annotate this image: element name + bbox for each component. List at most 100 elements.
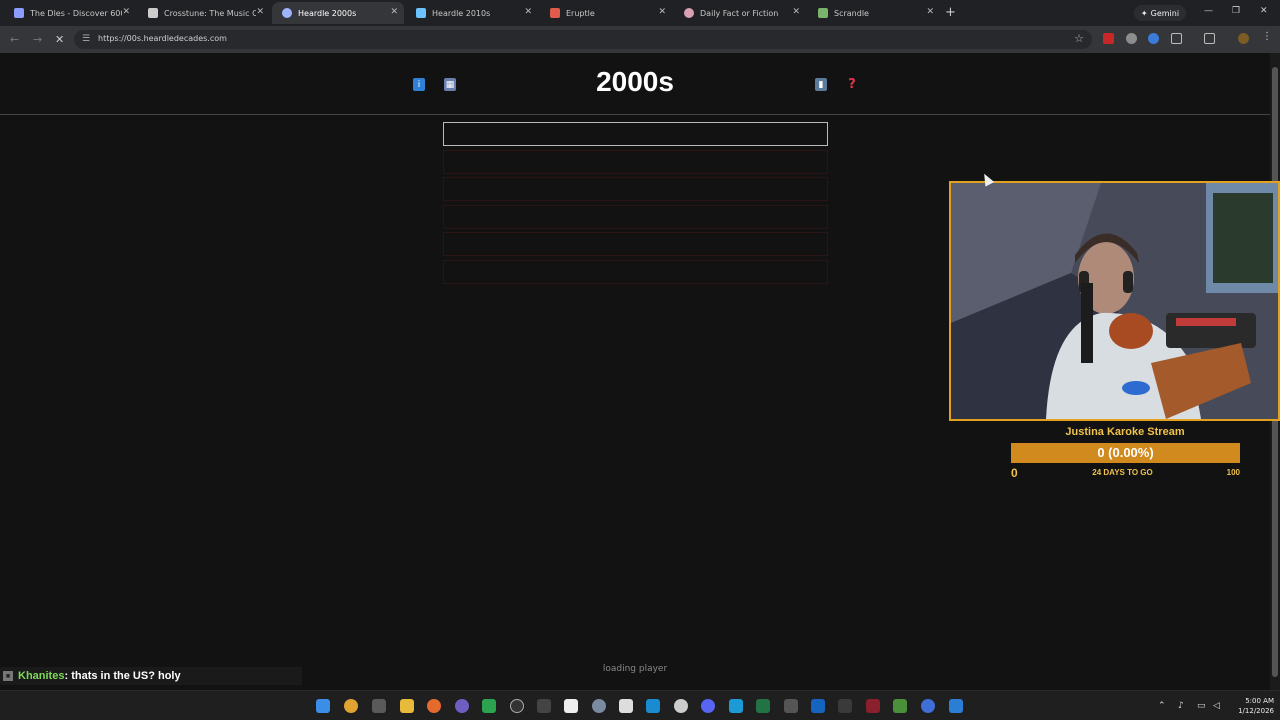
- terminal-icon[interactable]: [838, 699, 852, 713]
- tab-favicon-icon: [14, 8, 24, 18]
- app-icon[interactable]: [674, 699, 688, 713]
- app-icon[interactable]: [949, 699, 963, 713]
- clock-time: 5:00 AM: [1245, 697, 1274, 705]
- forward-icon[interactable]: →: [33, 33, 42, 46]
- network-icon[interactable]: ▭: [1197, 701, 1206, 711]
- extension-icon[interactable]: [1148, 33, 1159, 44]
- goal-min-value: 0: [1011, 466, 1018, 480]
- tab-the-dles[interactable]: The Dles - Discover 600+ F ✕: [4, 2, 136, 24]
- guess-slot-2: [443, 150, 828, 174]
- help-icon[interactable]: ?: [846, 77, 858, 92]
- tab-label: Heardle 2010s: [432, 8, 491, 18]
- side-panel-icon[interactable]: [1204, 33, 1215, 44]
- chat-badge-icon: ■: [3, 671, 13, 681]
- windows-taskbar: ⌃ ♪ ▭ ◁ 5:00 AM 1/12/2026: [0, 690, 1280, 720]
- tab-close-icon[interactable]: ✕: [792, 7, 800, 17]
- back-icon[interactable]: ←: [10, 33, 19, 46]
- tab-favicon-icon: [282, 8, 292, 18]
- tab-close-icon[interactable]: ✕: [122, 7, 130, 17]
- taskbar-clock[interactable]: 5:00 AM 1/12/2026: [1226, 696, 1274, 716]
- app-icon[interactable]: [537, 699, 551, 713]
- app-icon[interactable]: [729, 699, 743, 713]
- tab-scrandle[interactable]: Scrandle ✕: [808, 2, 940, 24]
- tray-chevron-icon[interactable]: ⌃: [1158, 701, 1166, 711]
- task-view-icon[interactable]: [372, 699, 386, 713]
- tab-label: Heardle 2000s: [298, 8, 357, 18]
- tab-favicon-icon: [818, 8, 828, 18]
- chat-text: : thats in the US? holy: [64, 670, 181, 682]
- tab-close-icon[interactable]: ✕: [390, 7, 398, 17]
- guess-slot-6: [443, 260, 828, 284]
- tab-label: Daily Fact or Fiction: [700, 8, 779, 18]
- discord-icon[interactable]: [701, 699, 715, 713]
- tab-favicon-icon: [148, 8, 158, 18]
- goal-title: Justina Karoke Stream: [1065, 426, 1185, 438]
- app-icon[interactable]: [482, 699, 496, 713]
- url-text[interactable]: https://00s.heardledecades.com: [98, 34, 227, 43]
- minimize-icon[interactable]: —: [1204, 6, 1213, 16]
- chrome-icon[interactable]: [344, 699, 358, 713]
- site-info-icon[interactable]: ☰: [82, 34, 90, 44]
- gemini-button[interactable]: ✦ Gemini: [1134, 5, 1186, 21]
- tab-heardle-2010s[interactable]: Heardle 2010s ✕: [406, 2, 538, 24]
- app-icon[interactable]: [921, 699, 935, 713]
- start-icon[interactable]: [316, 699, 330, 713]
- firefox-icon[interactable]: [427, 699, 441, 713]
- tab-crosstune[interactable]: Crosstune: The Music Cros ✕: [138, 2, 270, 24]
- goal-days-remaining: 24 DAYS TO GO: [1092, 468, 1153, 477]
- stop-loading-icon[interactable]: ✕: [55, 33, 64, 46]
- app-icon[interactable]: [510, 699, 524, 713]
- microphone-icon[interactable]: ♪: [1178, 701, 1184, 711]
- volume-icon[interactable]: ◁: [1213, 701, 1220, 711]
- profile-avatar[interactable]: [1238, 33, 1249, 44]
- extensions-puzzle-icon[interactable]: [1171, 33, 1182, 44]
- tab-daily-fact-or-fiction[interactable]: Daily Fact or Fiction ✕: [674, 2, 806, 24]
- webcam-overlay: [949, 181, 1280, 421]
- excel-icon[interactable]: [756, 699, 770, 713]
- sparkle-icon: ✦: [1140, 8, 1148, 18]
- browser-toolbar: ← → ✕ ☰ https://00s.heardledecades.com ☆: [0, 26, 1280, 53]
- tab-favicon-icon: [416, 8, 426, 18]
- app-icon[interactable]: [811, 699, 825, 713]
- app-icon[interactable]: [784, 699, 798, 713]
- menu-kebab-icon[interactable]: ⋮: [1262, 31, 1273, 42]
- extension-icon[interactable]: [1103, 33, 1114, 44]
- app-icon[interactable]: [564, 699, 578, 713]
- extension-icon[interactable]: [1126, 33, 1137, 44]
- calendar-icon[interactable]: ▦: [444, 78, 456, 91]
- app-icon[interactable]: [893, 699, 907, 713]
- tab-close-icon[interactable]: ✕: [926, 7, 934, 17]
- tab-label: Eruptle: [566, 8, 595, 18]
- tab-heardle-2000s[interactable]: Heardle 2000s ✕: [272, 2, 404, 24]
- guess-slot-1: [443, 122, 828, 146]
- window-close-icon[interactable]: ✕: [1260, 6, 1268, 16]
- page-title: 2000s: [596, 66, 674, 97]
- bookmark-star-icon[interactable]: ☆: [1074, 32, 1084, 45]
- goal-progress-bar: 0 (0.00%): [1011, 443, 1240, 463]
- settings-icon[interactable]: [592, 699, 606, 713]
- tab-favicon-icon: [550, 8, 560, 18]
- app-icon[interactable]: [866, 699, 880, 713]
- goal-progress-text: 0 (0.00%): [1097, 445, 1154, 460]
- tab-close-icon[interactable]: ✕: [658, 7, 666, 17]
- app-icon[interactable]: [455, 699, 469, 713]
- app-icon[interactable]: [646, 699, 660, 713]
- tab-close-icon[interactable]: ✕: [524, 7, 532, 17]
- app-icon[interactable]: [619, 699, 633, 713]
- maximize-icon[interactable]: ❐: [1232, 6, 1240, 16]
- info-icon[interactable]: i: [413, 78, 425, 91]
- goal-max-value: 100: [1226, 468, 1240, 477]
- header-divider: [0, 114, 1270, 115]
- guess-slot-3: [443, 177, 828, 201]
- new-tab-button[interactable]: +: [945, 5, 956, 20]
- clock-date: 1/12/2026: [1238, 707, 1274, 715]
- guess-slot-4: [443, 205, 828, 229]
- file-explorer-icon[interactable]: [400, 699, 414, 713]
- tab-favicon-icon: [684, 8, 694, 18]
- tab-eruptle[interactable]: Eruptle ✕: [540, 2, 672, 24]
- tab-close-icon[interactable]: ✕: [256, 7, 264, 17]
- address-bar[interactable]: ☰ https://00s.heardledecades.com ☆: [74, 30, 1092, 49]
- browser-tab-strip: The Dles - Discover 600+ F ✕ Crosstune: …: [0, 0, 1280, 26]
- tab-label: The Dles - Discover 600+ F: [30, 8, 122, 18]
- stats-icon[interactable]: ▮: [815, 78, 827, 91]
